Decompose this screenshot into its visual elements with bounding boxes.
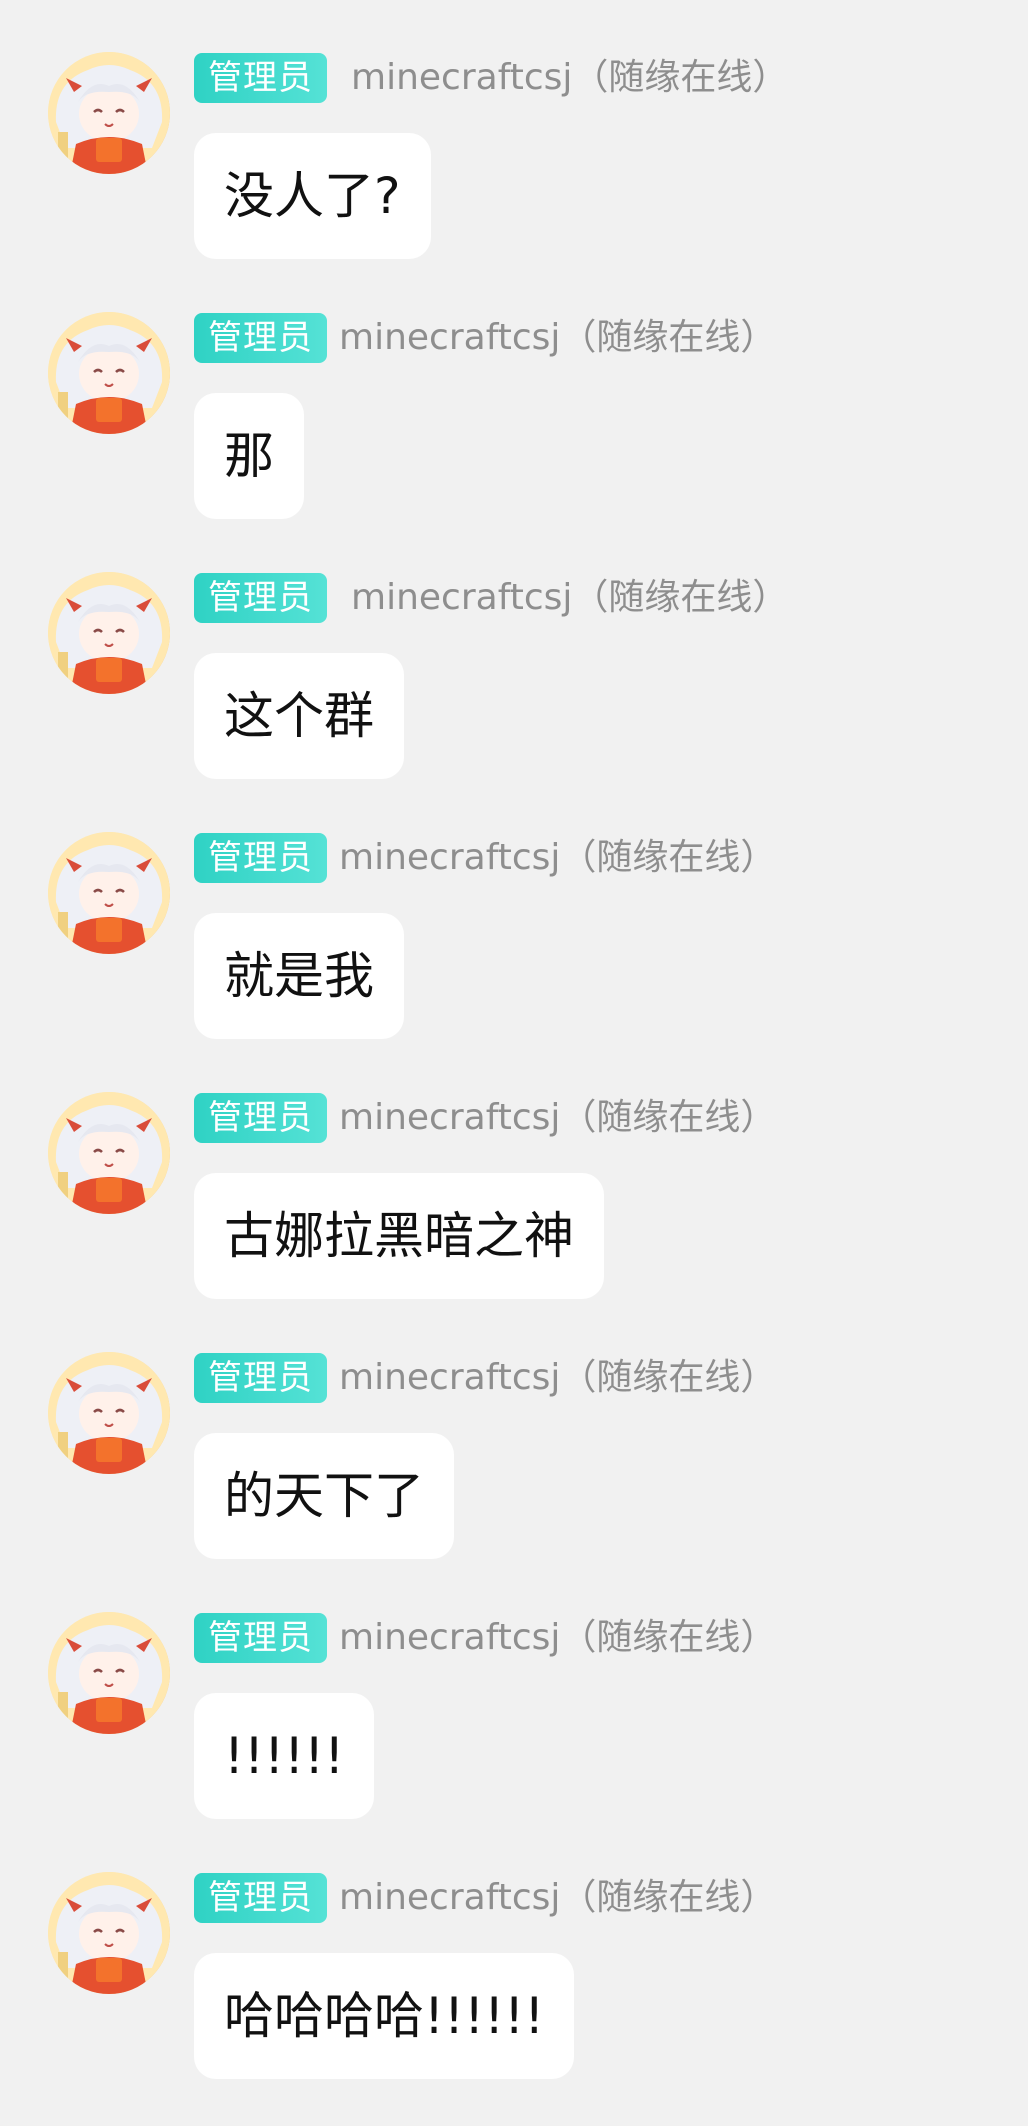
message-bubble[interactable]: 就是我 (194, 913, 404, 1039)
anime-girl-avatar-icon (48, 1612, 170, 1734)
message-bubble[interactable]: 的天下了 (194, 1433, 454, 1559)
sender-name[interactable]: minecraftcsj（随缘在线） (339, 1353, 776, 1403)
anime-girl-avatar-icon (48, 572, 170, 694)
admin-badge: 管理员 (194, 833, 327, 883)
avatar[interactable] (48, 52, 170, 174)
message-header: 管理员 minecraftcsj（随缘在线） (194, 833, 776, 883)
admin-badge: 管理员 (194, 1093, 327, 1143)
avatar[interactable] (48, 1352, 170, 1474)
message-header: 管理员 minecraftcsj（随缘在线） (194, 1873, 776, 1923)
admin-badge: 管理员 (194, 573, 327, 623)
message-header: 管理员 minecraftcsj（随缘在线） (194, 1093, 776, 1143)
message-bubble[interactable]: 那 (194, 393, 304, 519)
message-header: 管理员 minecraftcsj（随缘在线） (194, 573, 788, 623)
anime-girl-avatar-icon (48, 1872, 170, 1994)
message-header: 管理员 minecraftcsj（随缘在线） (194, 53, 788, 103)
message-header: 管理员 minecraftcsj（随缘在线） (194, 1353, 776, 1403)
message-bubble[interactable]: 哈哈哈哈!!!!!! (194, 1953, 575, 2079)
sender-name[interactable]: minecraftcsj（随缘在线） (339, 833, 776, 883)
message-header: 管理员 minecraftcsj（随缘在线） (194, 313, 776, 363)
sender-name[interactable]: minecraftcsj（随缘在线） (339, 313, 776, 363)
message-header: 管理员 minecraftcsj（随缘在线） (194, 1613, 776, 1663)
message-bubble[interactable]: 没人了? (194, 133, 431, 259)
anime-girl-avatar-icon (48, 312, 170, 434)
sender-name[interactable]: minecraftcsj（随缘在线） (351, 573, 788, 623)
chat-message-list: 管理员 minecraftcsj（随缘在线） 没人了? 管理员 minecraf… (0, 0, 1028, 2126)
admin-badge: 管理员 (194, 53, 327, 103)
admin-badge: 管理员 (194, 1873, 327, 1923)
anime-girl-avatar-icon (48, 1352, 170, 1474)
chat-message: 管理员 minecraftcsj（随缘在线） 就是我 (0, 780, 1028, 1040)
sender-name[interactable]: minecraftcsj（随缘在线） (339, 1613, 776, 1663)
avatar[interactable] (48, 1872, 170, 1994)
chat-message: 管理员 minecraftcsj（随缘在线） 没人了? (0, 0, 1028, 260)
chat-message: 管理员 minecraftcsj（随缘在线） 古娜拉黑暗之神 (0, 1040, 1028, 1300)
sender-name[interactable]: minecraftcsj（随缘在线） (351, 53, 788, 103)
avatar[interactable] (48, 832, 170, 954)
chat-message: 管理员 minecraftcsj（随缘在线） 哈哈哈哈!!!!!! (0, 1820, 1028, 2080)
avatar[interactable] (48, 1092, 170, 1214)
message-bubble[interactable]: 这个群 (194, 653, 404, 779)
anime-girl-avatar-icon (48, 832, 170, 954)
admin-badge: 管理员 (194, 1353, 327, 1403)
anime-girl-avatar-icon (48, 1092, 170, 1214)
sender-name[interactable]: minecraftcsj（随缘在线） (339, 1093, 776, 1143)
sender-name[interactable]: minecraftcsj（随缘在线） (339, 1873, 776, 1923)
chat-message: 管理员 minecraftcsj（随缘在线） 的天下了 (0, 1300, 1028, 1560)
avatar[interactable] (48, 312, 170, 434)
chat-message: 管理员 minecraftcsj（随缘在线） 那 (0, 260, 1028, 520)
admin-badge: 管理员 (194, 313, 327, 363)
admin-badge: 管理员 (194, 1613, 327, 1663)
message-bubble[interactable]: 古娜拉黑暗之神 (194, 1173, 604, 1299)
chat-message: 管理员 minecraftcsj（随缘在线） !!!!!! (0, 1560, 1028, 1820)
anime-girl-avatar-icon (48, 52, 170, 174)
chat-message: 管理员 minecraftcsj（随缘在线） 这个群 (0, 520, 1028, 780)
message-bubble[interactable]: !!!!!! (194, 1693, 375, 1819)
avatar[interactable] (48, 572, 170, 694)
avatar[interactable] (48, 1612, 170, 1734)
